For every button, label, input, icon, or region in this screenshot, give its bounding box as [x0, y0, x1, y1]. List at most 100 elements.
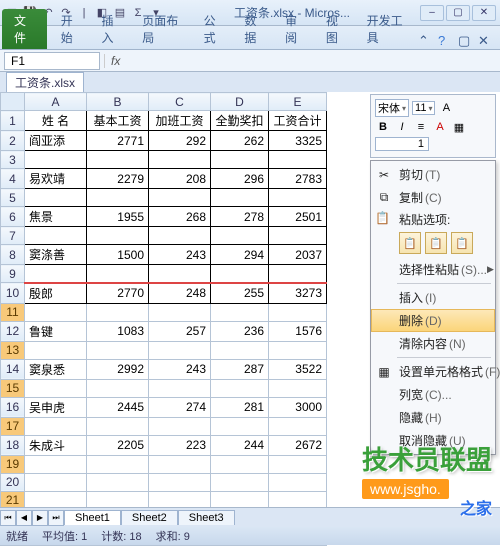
- menu-copy[interactable]: ⧉复制(C): [371, 186, 495, 209]
- table-row: 10殷郎27702482553273: [1, 283, 327, 304]
- table-row: 4易欢靖22792082962783: [1, 169, 327, 189]
- floating-panel: 宋体▾ 11▾ A B I ≡ A ▦ 1 ✂剪切(T) ⧉复制(C) 📋粘贴选…: [370, 94, 496, 455]
- spreadsheet[interactable]: A B C D E 1 姓 名 基本工资 加班工资 全勤奖扣 工资合计 2阎亚添…: [0, 92, 327, 546]
- menu-clear[interactable]: 清除内容(N): [371, 332, 495, 355]
- table-row: 18朱成斗22052232442672: [1, 435, 327, 455]
- tab-insert[interactable]: 插入: [91, 9, 132, 49]
- tab-nav-last[interactable]: ⏭: [48, 510, 64, 526]
- ribbon-close-icon[interactable]: ✕: [478, 33, 494, 49]
- table-row: 16吴申虎24452742813000: [1, 397, 327, 417]
- scissors-icon: ✂: [376, 168, 392, 182]
- border-icon[interactable]: ▦: [451, 119, 467, 135]
- increase-font-icon[interactable]: A: [438, 100, 454, 116]
- table-row: 5: [1, 189, 327, 207]
- mini-toolbar: 宋体▾ 11▾ A B I ≡ A ▦ 1: [370, 94, 496, 158]
- table-row: 6焦景19552682782501: [1, 207, 327, 227]
- tab-formulas[interactable]: 公式: [194, 9, 235, 49]
- align-icon[interactable]: ≡: [413, 119, 429, 135]
- table-row: 2阎亚添27712922623325: [1, 131, 327, 151]
- paste-options: 📋 📋 📋: [371, 230, 495, 258]
- menu-separator: [397, 283, 491, 284]
- file-tab[interactable]: 文件: [2, 9, 47, 49]
- table-row: 9: [1, 265, 327, 283]
- menu-separator: [397, 357, 491, 358]
- sheet-tab[interactable]: Sheet2: [121, 510, 178, 525]
- tab-review[interactable]: 审阅: [275, 9, 316, 49]
- table-row: 12鲁键10832572361576: [1, 321, 327, 341]
- menu-col-width[interactable]: 列宽(C)...: [371, 383, 495, 406]
- col-header[interactable]: C: [149, 93, 211, 111]
- menu-delete[interactable]: 删除(D): [371, 309, 495, 332]
- workbook-tab-row: 工资条.xlsx: [0, 72, 500, 92]
- tab-data[interactable]: 数据: [234, 9, 275, 49]
- clipboard-icon: 📋: [375, 211, 390, 225]
- paste-option-icon[interactable]: 📋: [399, 232, 421, 254]
- row-header[interactable]: 1: [1, 111, 25, 131]
- status-bar: 就绪 平均值: 1 计数: 18 求和: 9: [0, 527, 500, 545]
- menu-unhide[interactable]: 取消隐藏(U): [371, 429, 495, 452]
- sheet-tab[interactable]: Sheet1: [64, 510, 121, 525]
- minimize-button[interactable]: –: [420, 5, 444, 21]
- table-row: 1 姓 名 基本工资 加班工资 全勤奖扣 工资合计: [1, 111, 327, 131]
- col-header[interactable]: B: [87, 93, 149, 111]
- sample-cell: 1: [375, 137, 429, 151]
- status-count: 计数: 18: [101, 528, 141, 544]
- table-row: 11: [1, 303, 327, 321]
- tab-nav-first[interactable]: ⏮: [0, 510, 16, 526]
- ribbon-icon[interactable]: ▢: [458, 33, 474, 49]
- help-icon[interactable]: ?: [438, 33, 454, 49]
- table-row: 8窦涤善15002432942037: [1, 245, 327, 265]
- paste-option-icon[interactable]: 📋: [451, 232, 473, 254]
- tab-dev[interactable]: 开发工具: [357, 9, 418, 49]
- col-header[interactable]: E: [269, 93, 327, 111]
- menu-hide[interactable]: 隐藏(H): [371, 406, 495, 429]
- paste-options-label: 📋粘贴选项:: [371, 209, 495, 230]
- table-row: 3: [1, 151, 327, 169]
- menu-paste-special[interactable]: 选择性粘贴(S)...▶: [371, 258, 495, 281]
- select-all-corner[interactable]: [1, 93, 25, 111]
- window-controls: – ▢ ✕: [420, 5, 496, 21]
- menu-insert[interactable]: 插入(I): [371, 286, 495, 309]
- copy-icon: ⧉: [376, 190, 392, 205]
- cell[interactable]: 全勤奖扣: [211, 111, 269, 131]
- bold-button[interactable]: B: [375, 119, 391, 135]
- context-menu: ✂剪切(T) ⧉复制(C) 📋粘贴选项: 📋 📋 📋 选择性粘贴(S)...▶ …: [370, 160, 496, 455]
- sheet-tab[interactable]: Sheet3: [178, 510, 235, 525]
- tab-view[interactable]: 视图: [316, 9, 357, 49]
- ribbon-tabs: 文件 开始 插入 页面布局 公式 数据 审阅 视图 开发工具 ⌃ ? ▢ ✕: [0, 26, 500, 50]
- table-row: 14窦泉悉29922432873522: [1, 359, 327, 379]
- cell[interactable]: 加班工资: [149, 111, 211, 131]
- cell[interactable]: 姓 名: [25, 111, 87, 131]
- cell[interactable]: 工资合计: [269, 111, 327, 131]
- tab-layout[interactable]: 页面布局: [132, 9, 193, 49]
- table-row: 19: [1, 455, 327, 473]
- table-row: 13: [1, 341, 327, 359]
- col-header[interactable]: A: [25, 93, 87, 111]
- formula-bar: F1 fx: [0, 50, 500, 72]
- font-select[interactable]: 宋体▾: [375, 99, 409, 117]
- name-box[interactable]: F1: [4, 52, 100, 70]
- italic-button[interactable]: I: [394, 119, 410, 135]
- table-row: 7: [1, 227, 327, 245]
- font-color-icon[interactable]: A: [432, 119, 448, 135]
- paste-option-icon[interactable]: 📋: [425, 232, 447, 254]
- tab-nav-prev[interactable]: ◀: [16, 510, 32, 526]
- format-icon: ▦: [376, 365, 392, 379]
- ribbon-min-icon[interactable]: ⌃: [418, 33, 434, 49]
- table-row: 17: [1, 417, 327, 435]
- status-ready: 就绪: [6, 528, 28, 544]
- close-button[interactable]: ✕: [472, 5, 496, 21]
- status-avg: 平均值: 1: [42, 528, 87, 544]
- fx-label[interactable]: fx: [104, 54, 126, 68]
- col-header[interactable]: D: [211, 93, 269, 111]
- menu-cut[interactable]: ✂剪切(T): [371, 163, 495, 186]
- maximize-button[interactable]: ▢: [446, 5, 470, 21]
- cell[interactable]: 基本工资: [87, 111, 149, 131]
- menu-format-cells[interactable]: ▦设置单元格格式(F)...: [371, 360, 495, 383]
- tab-nav-next[interactable]: ▶: [32, 510, 48, 526]
- workbook-tab[interactable]: 工资条.xlsx: [6, 72, 84, 92]
- table-row: 20: [1, 473, 327, 491]
- status-sum: 求和: 9: [156, 528, 190, 544]
- tab-home[interactable]: 开始: [51, 9, 92, 49]
- font-size-select[interactable]: 11▾: [412, 101, 435, 115]
